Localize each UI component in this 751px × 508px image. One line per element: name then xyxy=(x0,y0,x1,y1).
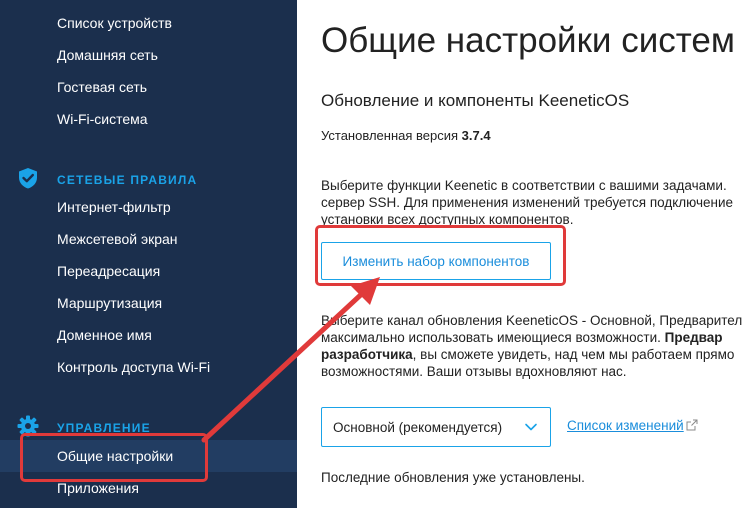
sidebar-item-devices[interactable]: Список устройств xyxy=(57,14,172,32)
channel-text-line-2: максимально использовать имеющиеся возмо… xyxy=(321,329,723,346)
highlight-components-button xyxy=(315,225,566,286)
sidebar-section-network-rules: СЕТЕВЫЕ ПРАВИЛА xyxy=(57,173,198,187)
sidebar-item-guest-network[interactable]: Гостевая сеть xyxy=(57,78,147,96)
update-status-text: Последние обновления уже установлены. xyxy=(321,470,585,485)
update-channel-select[interactable]: Основной (рекомендуется) xyxy=(321,407,551,447)
highlight-general-settings xyxy=(20,433,208,482)
shield-icon xyxy=(19,168,37,189)
installed-version: Установленная версия 3.7.4 xyxy=(321,128,491,143)
sidebar-item-wifi-system[interactable]: Wi-Fi-система xyxy=(57,110,148,128)
channel-text-line-3-bold: разработчика xyxy=(321,347,413,362)
sidebar: Список устройств Домашняя сеть Гостевая … xyxy=(0,0,297,508)
sidebar-item-wifi-access-control[interactable]: Контроль доступа Wi-Fi xyxy=(57,358,210,376)
channel-text-line-3: разработчика, вы сможете увидеть, над че… xyxy=(321,346,734,363)
sidebar-item-routing[interactable]: Маршрутизация xyxy=(57,294,162,312)
channel-text-line-2-normal: максимально использовать имеющиеся возмо… xyxy=(321,330,661,345)
channel-text-line-1: Выберите канал обновления KeenetiсOS - О… xyxy=(321,313,743,328)
components-text-line-2: сервер SSH. Для применения изменений тре… xyxy=(321,195,734,210)
sidebar-item-domain-name[interactable]: Доменное имя xyxy=(57,326,152,344)
sidebar-item-home-network[interactable]: Домашняя сеть xyxy=(57,46,158,64)
chevron-down-icon xyxy=(525,423,537,431)
channel-text-line-2-bold: Предвар xyxy=(664,330,723,345)
channel-text-line-4: возможностями. Ваши отзывы вдохновляют н… xyxy=(321,364,627,379)
changelog-link-label[interactable]: Список изменений xyxy=(567,418,684,433)
sidebar-item-internet-filter[interactable]: Интернет-фильтр xyxy=(57,198,171,216)
page-title: Общие настройки систем xyxy=(321,21,735,60)
changelog-link[interactable]: Список изменений xyxy=(567,418,698,433)
section-title: Обновление и компоненты KeeneticOS xyxy=(321,91,630,110)
components-text-line-1: Выберите функции Keenetic в соответствии… xyxy=(321,178,727,193)
external-link-icon xyxy=(686,419,698,431)
version-value: 3.7.4 xyxy=(461,128,491,143)
sidebar-item-firewall[interactable]: Межсетевой экран xyxy=(57,230,178,248)
update-channel-value: Основной (рекомендуется) xyxy=(333,419,503,435)
sidebar-item-port-forwarding[interactable]: Переадресация xyxy=(57,262,160,280)
version-label: Установленная версия xyxy=(321,128,459,143)
channel-text-line-3-normal: , вы сможете увидеть, над чем мы работае… xyxy=(412,347,735,362)
